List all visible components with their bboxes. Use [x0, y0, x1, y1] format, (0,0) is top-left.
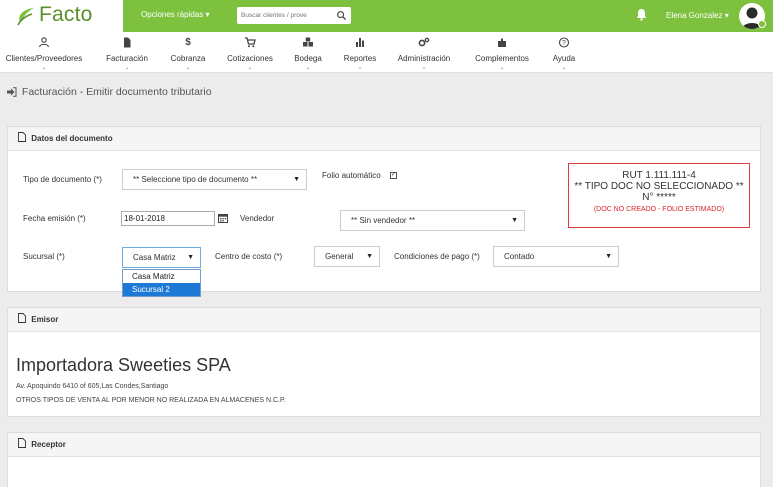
emisor-giro: OTROS TIPOS DE VENTA AL POR MENOR NO REA…: [16, 397, 286, 404]
fecha-emision-label: Fecha emisión (*): [23, 214, 86, 223]
top-bar: Facto Opciones rápidas ▾ Elena Gonzalez …: [0, 0, 773, 32]
file-outline-icon: [18, 438, 26, 448]
folio-automatico-checkbox[interactable]: ✓: [390, 172, 397, 179]
panel-header: Emisor: [8, 308, 760, 332]
chevron-down-icon: ⌄: [357, 65, 363, 71]
tipo-documento-label: Tipo de documento (*): [23, 175, 102, 184]
user-menu[interactable]: Elena Gonzalez ▾: [666, 11, 729, 20]
chevron-down-icon: ⌄: [247, 65, 253, 71]
sucursal-option[interactable]: Casa Matriz: [123, 270, 200, 283]
calendar-icon[interactable]: [218, 213, 228, 223]
chevron-down-icon: ⌄: [41, 65, 47, 71]
puzzle-icon: [498, 38, 506, 47]
facto-logo-icon: [17, 8, 34, 26]
main-menu: Clientes/Proveedores ⌄ Facturación ⌄ $ C…: [0, 32, 773, 73]
bar-chart-icon: [356, 38, 364, 47]
search-box: [237, 7, 351, 24]
condiciones-pago-label: Condiciones de pago (*): [394, 252, 480, 261]
vendedor-label: Vendedor: [240, 214, 275, 223]
quick-options-button[interactable]: Opciones rápidas ▾: [141, 10, 210, 19]
file-outline-icon: [18, 313, 26, 323]
emisor-name: Importadora Sweeties SPA: [16, 355, 231, 375]
panel-receptor: Receptor: [7, 432, 761, 487]
chevron-down-icon: ⌄: [185, 65, 191, 71]
document-info-box: RUT 1.111.111-4 ** TIPO DOC NO SELECCION…: [568, 163, 750, 228]
sucursal-label: Sucursal (*): [23, 252, 65, 261]
menu-item-bodega[interactable]: Bodega ⌄: [288, 32, 328, 73]
file-icon: [124, 37, 131, 48]
logo[interactable]: Facto: [0, 0, 123, 32]
caret-down-icon: ▼: [366, 253, 373, 260]
rut-text: RUT 1.111.111-4: [622, 170, 696, 181]
sucursal-select[interactable]: Casa Matriz ▼: [122, 247, 201, 268]
tipo-documento-select[interactable]: ** Seleccione tipo de documento ** ▼: [122, 169, 307, 190]
caret-down-icon: ▼: [511, 217, 518, 224]
caret-down-icon: ▼: [605, 253, 612, 260]
centro-costo-label: Centro de costo (*): [215, 252, 283, 261]
panel-header: Receptor: [8, 433, 760, 457]
menu-item-cobranza[interactable]: $ Cobranza ⌄: [164, 32, 212, 73]
chevron-down-icon: ⌄: [561, 65, 567, 71]
search-icon[interactable]: [336, 10, 347, 21]
online-status-dot: [758, 20, 766, 28]
chevron-down-icon: ⌄: [499, 65, 505, 71]
dollar-icon: $: [185, 37, 191, 48]
doc-number-text: N° *****: [642, 192, 676, 203]
menu-item-facturacion[interactable]: Facturación ⌄: [100, 32, 154, 73]
condiciones-pago-select[interactable]: Contado ▼: [493, 246, 619, 267]
vendedor-select[interactable]: ** Sin vendedor ** ▼: [340, 210, 525, 231]
caret-down-icon: ▼: [187, 254, 194, 261]
search-input[interactable]: [241, 9, 331, 22]
file-outline-icon: [18, 132, 26, 142]
centro-costo-select[interactable]: General ▼: [314, 246, 380, 267]
caret-down-icon: ▼: [293, 176, 300, 183]
question-icon: ?: [558, 37, 570, 48]
fecha-emision-input[interactable]: 18-01-2018: [121, 211, 215, 226]
tipo-doc-text: ** TIPO DOC NO SELECCIONADO **: [574, 181, 744, 192]
menu-item-administracion[interactable]: Administración ⌄: [392, 32, 456, 73]
panel-header: Datos del documento: [8, 127, 760, 151]
chevron-down-icon: ⌄: [305, 65, 311, 71]
cart-icon: [245, 37, 256, 48]
menu-item-complementos[interactable]: Complementos ⌄: [468, 32, 536, 73]
menu-item-reportes[interactable]: Reportes ⌄: [338, 32, 382, 73]
sucursal-dropdown-list: Casa Matriz Sucursal 2: [122, 269, 201, 297]
menu-item-clientes[interactable]: Clientes/Proveedores ⌄: [2, 32, 86, 73]
boxes-icon: [303, 37, 313, 47]
emisor-address: Av. Apoquindo 6410 of 605,Las Condes,San…: [16, 383, 169, 390]
folio-automatico-label: Folio automático: [322, 171, 381, 180]
cogs-icon: [418, 37, 430, 47]
page-title: Facturación - Emitir documento tributari…: [21, 86, 212, 98]
svg-text:?: ?: [562, 40, 566, 47]
menu-item-cotizaciones[interactable]: Cotizaciones ⌄: [222, 32, 278, 73]
sucursal-option[interactable]: Sucursal 2: [123, 283, 200, 296]
bell-icon[interactable]: [636, 8, 647, 21]
sign-in-icon: [7, 87, 17, 97]
folio-warning-text: (DOC NO CREADO - FOLIO ESTIMADO): [593, 206, 725, 213]
menu-item-ayuda[interactable]: ? Ayuda ⌄: [548, 32, 580, 73]
chevron-down-icon: ⌄: [421, 65, 427, 71]
chevron-down-icon: ⌄: [124, 65, 130, 71]
breadcrumb: Facturación - Emitir documento tributari…: [6, 86, 212, 98]
users-icon: [38, 37, 50, 48]
logo-text: Facto: [39, 3, 93, 26]
